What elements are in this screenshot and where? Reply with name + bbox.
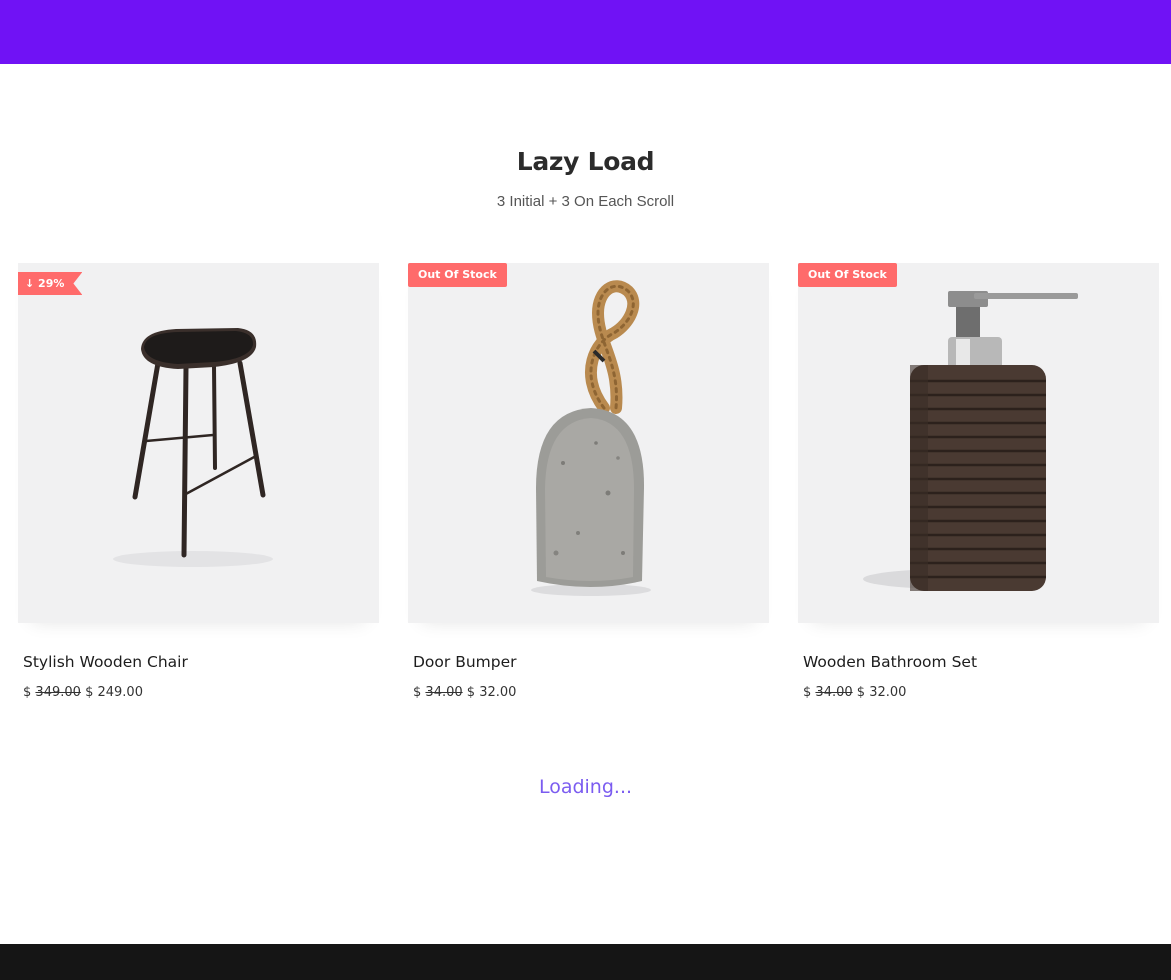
- loading-indicator: Loading...: [538, 776, 633, 798]
- old-price: 349.00: [35, 685, 81, 700]
- footer-bar: [0, 944, 1171, 980]
- old-price: 34.00: [815, 685, 853, 700]
- product-price: $ 34.00 $ 32.00: [413, 685, 516, 700]
- sale-price: 32.00: [479, 685, 517, 700]
- product-card[interactable]: Out Of Stock Wooden Bathroom Set $ 34.00…: [798, 263, 1159, 713]
- sale-price: 32.00: [869, 685, 907, 700]
- product-price: $ 349.00 $ 249.00: [23, 685, 143, 700]
- product-title[interactable]: Wooden Bathroom Set: [803, 653, 977, 671]
- out-of-stock-badge: Out Of Stock: [798, 263, 897, 287]
- discount-badge: ↓ 29%: [18, 272, 82, 295]
- currency-symbol: $: [803, 685, 812, 700]
- currency-symbol: $: [856, 685, 866, 700]
- section-subtitle: 3 Initial + 3 On Each Scroll: [496, 193, 675, 210]
- product-card[interactable]: ↓ 29% Stylish Wooden Chair $ 349.00 $ 24…: [18, 263, 379, 713]
- product-price: $ 34.00 $ 32.00: [803, 685, 906, 700]
- door-stop-image: [408, 263, 769, 623]
- section-title: Lazy Load: [516, 147, 655, 176]
- product-title[interactable]: Door Bumper: [413, 653, 517, 671]
- soap-dispenser-image: [798, 263, 1159, 623]
- product-image[interactable]: [798, 263, 1159, 623]
- sale-price: 249.00: [97, 685, 143, 700]
- currency-symbol: $: [466, 685, 476, 700]
- product-title[interactable]: Stylish Wooden Chair: [23, 653, 188, 671]
- currency-symbol: $: [23, 685, 32, 700]
- product-image[interactable]: [408, 263, 769, 623]
- top-header-bar: [0, 0, 1171, 64]
- currency-symbol: $: [413, 685, 422, 700]
- currency-symbol: $: [85, 685, 94, 700]
- product-card[interactable]: Out Of Stock Door Bumper $ 34.00 $ 32.00: [408, 263, 769, 713]
- bar-stool-image: [18, 263, 379, 623]
- old-price: 34.00: [425, 685, 463, 700]
- discount-badge-label: ↓ 29%: [25, 277, 65, 290]
- out-of-stock-badge: Out Of Stock: [408, 263, 507, 287]
- product-image[interactable]: [18, 263, 379, 623]
